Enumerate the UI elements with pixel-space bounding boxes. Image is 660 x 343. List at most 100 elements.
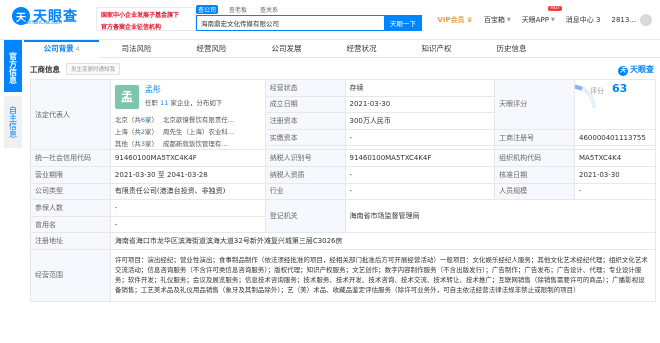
user-menu[interactable]: 2813... [611, 14, 652, 26]
tab-label: 公司背景 [43, 44, 74, 53]
message-center-link[interactable]: 消息中心 3 [566, 15, 601, 25]
capital-value: 300万人民币 [344, 112, 496, 130]
credit-code-value: 91460100MA5TXC4K4F [109, 149, 266, 167]
staff-size-label: 人员规模 [494, 182, 575, 201]
avatar [640, 14, 652, 26]
region-text: 其他（共 [114, 140, 141, 148]
authority-label: 登记机关 [264, 199, 346, 234]
score-label: 天眼评分 [494, 79, 575, 130]
address-value: 海南省海口市龙华区滨海街道滨海大道32号新外滩复兴城第三层C3026房 [109, 232, 657, 250]
score-value: 63 [612, 82, 628, 95]
search-tab-company[interactable]: 查公司 [196, 4, 219, 14]
company-name-link[interactable]: 北京歆憶餐饮有限责任... [163, 114, 264, 126]
legal-rep-avatar: 孟 [114, 85, 139, 109]
former-name-value: - [109, 215, 266, 234]
change-notify-button[interactable]: 发生变更时通知我 [66, 63, 121, 75]
taxpayer-label: 纳税人资质 [264, 165, 346, 184]
taxpayer-value: - [344, 165, 496, 184]
insured-label: 参保人数 [30, 199, 111, 217]
crown-icon: ♛ [466, 16, 473, 24]
tab-business-status[interactable]: 经营状况 [324, 40, 399, 58]
tab-company-development[interactable]: 公司发展 [249, 40, 324, 58]
insured-value: - [109, 199, 266, 217]
tax-id-label: 纳税人识别号 [264, 149, 346, 167]
search-input[interactable] [196, 15, 384, 31]
tab-judicial-risk[interactable]: 司法风险 [99, 40, 174, 58]
scope-value: 许可项目：演出经纪；营业性演出；食事制品制作（依法须经批准的项目，经相关部门批准… [109, 248, 657, 302]
scope-label: 经营范围 [30, 248, 111, 302]
tab-business-risk[interactable]: 经营风险 [174, 40, 249, 58]
business-info-table: 法定代表人 孟 孟彤 任职 11 家企业，分布如下 北京（共6家） 北京歆憶餐饮有… [30, 78, 657, 302]
rep-sub-suffix: 家企业，分布如下 [170, 99, 223, 107]
legal-rep-summary: 任职 11 家企业，分布如下 [145, 97, 222, 107]
company-name-link[interactable]: 成都新就饭饮管理有... [163, 138, 264, 149]
vip-link[interactable]: VIP会员 ♛ [437, 15, 472, 25]
legal-rep-label: 法定代表人 [30, 78, 111, 151]
business-info-header: 工商信息 发生变更时通知我 天天眼查 [30, 60, 656, 78]
list-item[interactable]: 其他（共3家） 成都新就饭饮管理有... [114, 138, 264, 149]
staff-size-value: - [574, 182, 656, 201]
region-label: 北京（共6家） [115, 114, 163, 126]
vip-label: VIP会员 [437, 16, 465, 24]
company-type-label: 公司类型 [30, 182, 111, 201]
brand-watermark: 天天眼查 [618, 64, 654, 76]
message-count: 3 [596, 16, 601, 24]
approve-date-label: 核准日期 [494, 165, 575, 184]
header-nav: VIP会员 ♛ 百宝箱 ▼ 天眼APP ▼ 消息中心 3 2813... [426, 14, 652, 26]
side-info-switch: 官方信息 自主信息 [0, 40, 22, 343]
section-title: 工商信息 [30, 64, 60, 74]
legal-rep-name-link[interactable]: 孟彤 [145, 84, 161, 95]
capital-label: 注册资本 [264, 112, 346, 130]
promo-line-1: 国家中小企业发展子基金旗下 [101, 12, 180, 19]
app-link[interactable]: 天眼APP ▼ [522, 15, 555, 25]
search-button[interactable]: 天眼一下 [384, 15, 422, 31]
founded-value: 2021-03-30 [344, 95, 496, 114]
tab-history[interactable]: 历史信息 [474, 40, 549, 58]
former-name-label: 曾用名 [30, 215, 111, 234]
self-info-tab[interactable]: 自主信息 [4, 96, 22, 148]
region-tail: 家） [145, 116, 159, 124]
tab-label: 经营状况 [346, 44, 377, 53]
tab-label: 知识产权 [421, 44, 452, 53]
org-code-value: MA5TXC4K4 [574, 149, 656, 167]
legal-rep-cell: 孟 孟彤 任职 11 家企业，分布如下 北京（共6家） 北京歆憶餐饮有限责任...… [109, 78, 266, 151]
search-tab-boss[interactable]: 查老板 [227, 5, 249, 14]
tab-company-background[interactable]: 公司背景 4 [24, 40, 99, 58]
region-tail: 家） [145, 128, 159, 136]
message-label: 消息中心 [565, 16, 594, 24]
hot-badge: HOT [548, 6, 562, 11]
chevron-down-icon: ▼ [550, 17, 555, 23]
top-header: 天 天眼查 TianYanCha.com 国家中小企业发展子基金旗下 官方备案企… [0, 0, 660, 40]
company-type-value: 有限责任公司(港澳台投资、非独资) [109, 182, 266, 201]
baidu-box-link[interactable]: 百宝箱 ▼ [484, 15, 511, 25]
status-label: 经营状态 [264, 79, 346, 97]
status-value: 存续 [344, 79, 496, 97]
paid-capital-value: - [344, 128, 496, 147]
reg-no-value: 460000401113755 [574, 128, 656, 147]
logo-subtitle: TianYanCha.com [21, 20, 63, 26]
rep-company-list: 北京（共6家） 北京歆憶餐饮有限责任... 上海（共2家） 周先生（上海）农业科..… [114, 114, 264, 149]
industry-value: - [344, 182, 496, 201]
search-tab-relation[interactable]: 查关系 [258, 5, 280, 14]
region-text: 北京（共 [114, 116, 141, 124]
tab-intellectual-property[interactable]: 知识产权 [399, 40, 474, 58]
term-label: 营业期限 [30, 165, 111, 184]
user-label: 2813... [611, 16, 637, 24]
list-item[interactable]: 北京（共6家） 北京歆憶餐饮有限责任... [115, 114, 264, 126]
industry-label: 行业 [264, 182, 346, 201]
search-box: 天眼一下 [196, 15, 436, 31]
score-text: 评分 [590, 87, 604, 95]
tab-count: 4 [75, 46, 80, 53]
region-tail: 家） [145, 140, 159, 148]
org-code-label: 组织机构代码 [494, 149, 575, 167]
list-item[interactable]: 上海（共2家） 周先生（上海）农业科... [114, 126, 264, 138]
brand-text: 天眼查 [630, 65, 654, 74]
company-name-link[interactable]: 周先生（上海）农业科... [163, 126, 264, 138]
tianyancha-logo-icon: 天 [618, 66, 628, 76]
tab-label: 历史信息 [496, 44, 527, 53]
promo-line-2: 官方备案企业征信机构 [101, 24, 162, 31]
region-text: 上海（共 [114, 128, 141, 136]
promo-banner[interactable]: 国家中小企业发展子基金旗下 官方备案企业征信机构 [96, 7, 196, 31]
official-info-tab[interactable]: 官方信息 [4, 40, 22, 92]
chevron-down-icon: ▼ [506, 17, 511, 23]
